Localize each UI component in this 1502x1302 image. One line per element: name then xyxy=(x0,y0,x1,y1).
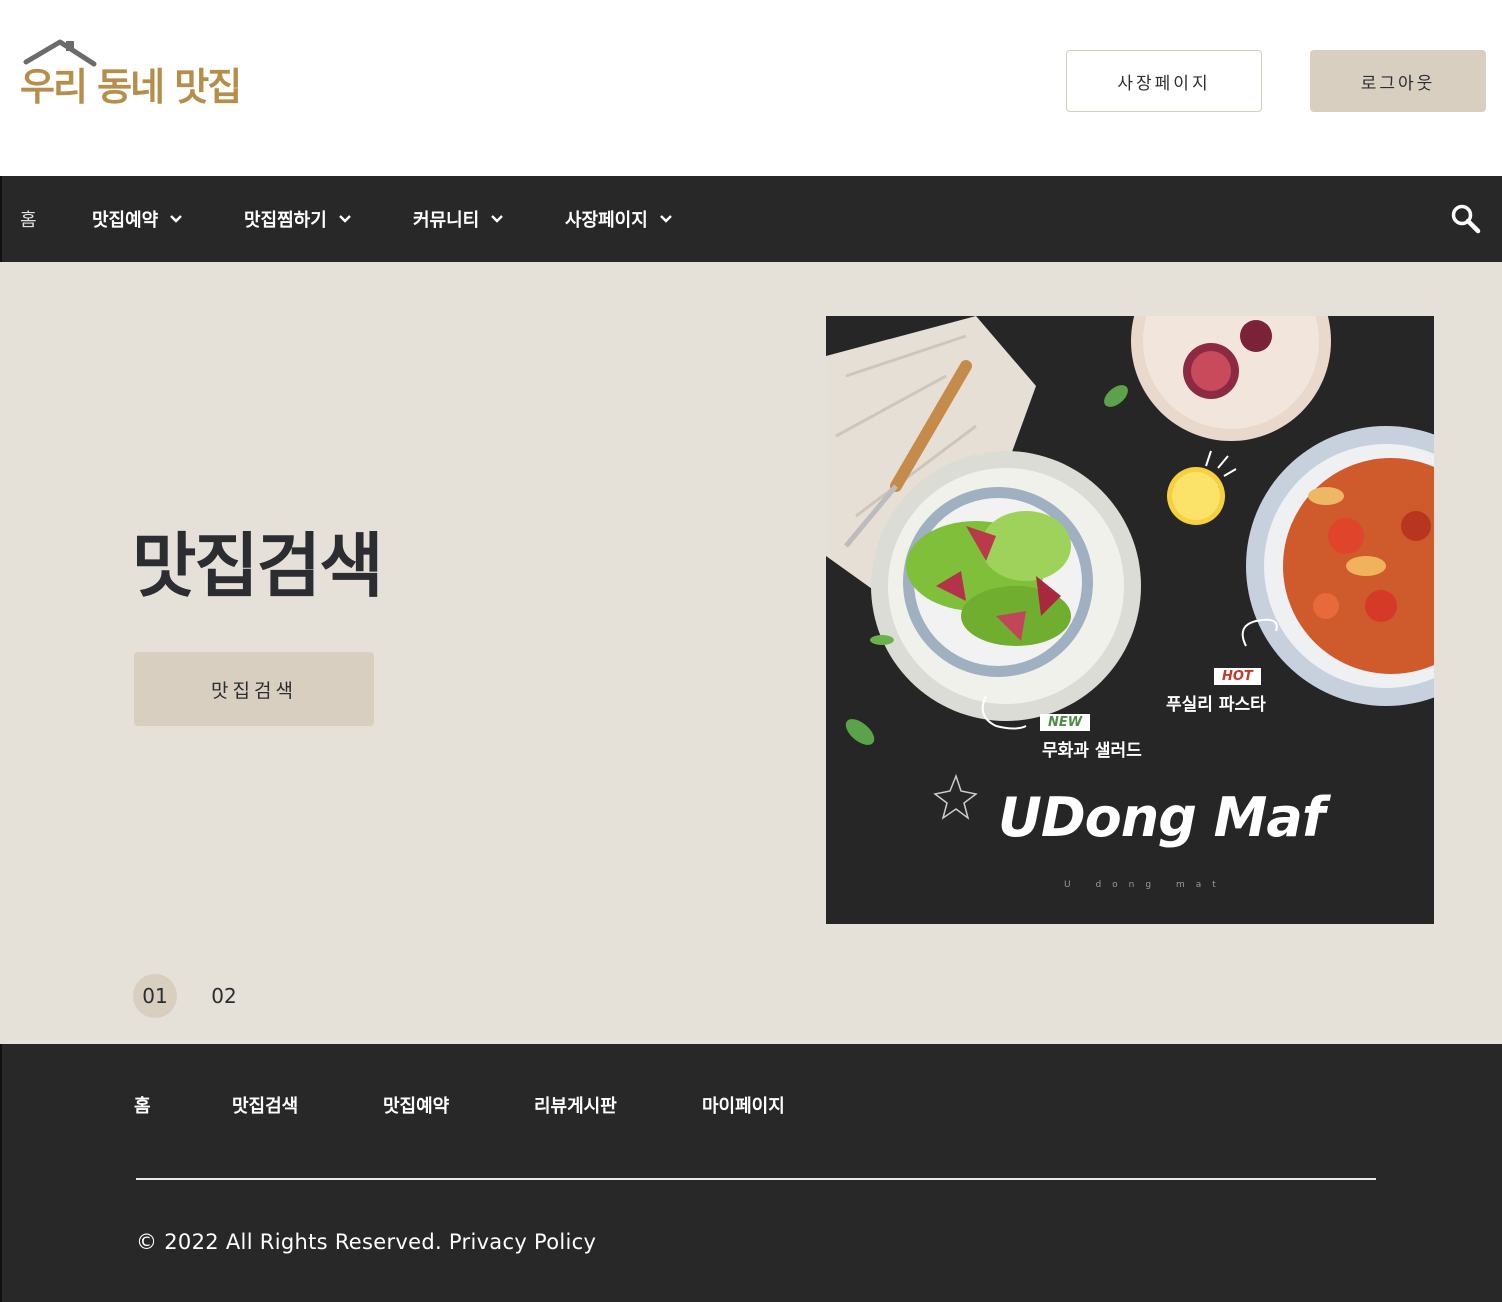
restaurant-search-button[interactable]: 맛집검색 xyxy=(134,652,374,726)
site-footer: 홈 맛집검색 맛집예약 리뷰게시판 마이페이지 © 2022 All Right… xyxy=(0,1044,1502,1302)
copyright-text: © 2022 All Rights Reserved. Privacy Poli… xyxy=(136,1230,597,1254)
nav-item-label: 사장페이지 xyxy=(565,210,648,231)
banner-brand-text: UDong Maf xyxy=(998,786,1325,849)
chevron-down-icon xyxy=(491,212,505,226)
chevron-down-icon xyxy=(338,212,353,226)
pasta-label: 푸실리 파스타 xyxy=(1166,695,1266,715)
footer-divider xyxy=(136,1178,1376,1180)
hot-tag: HOT xyxy=(1214,668,1261,685)
footer-link-reservation[interactable]: 맛집예약 xyxy=(383,1092,449,1118)
salad-label: 무화과 샐러드 xyxy=(1042,741,1142,761)
new-tag: NEW xyxy=(1040,714,1091,731)
footer-link-home[interactable]: 홈 xyxy=(134,1092,151,1118)
owner-page-button[interactable]: 사장페이지 xyxy=(1066,50,1262,112)
nav-item-home[interactable]: 홈 xyxy=(20,176,37,262)
search-icon[interactable] xyxy=(1450,203,1482,235)
footer-link-mypage[interactable]: 마이페이지 xyxy=(702,1092,785,1118)
main-nav: 홈 맛집예약 맛집찜하기 커뮤니티 사장페이지 xyxy=(0,176,1502,262)
site-header: 우리 동네 맛집 사장페이지 로그아웃 xyxy=(0,0,1502,176)
hero-title: 맛집검색 xyxy=(132,525,384,607)
logout-button[interactable]: 로그아웃 xyxy=(1310,50,1486,112)
site-logo[interactable]: 우리 동네 맛집 xyxy=(20,38,246,109)
logo-text: 우리 동네 맛집 xyxy=(20,65,242,109)
chevron-down-icon xyxy=(170,212,184,226)
slide-pager-2[interactable]: 02 xyxy=(202,974,246,1018)
chevron-down-icon xyxy=(659,212,674,226)
hero-food-banner-image: HOT 푸실리 파스타 NEW 무화과 샐러드 UDong Maf U dong… xyxy=(826,316,1434,924)
nav-item-label: 홈 xyxy=(20,210,37,231)
footer-link-search[interactable]: 맛집검색 xyxy=(232,1092,298,1118)
nav-item-label: 맛집예약 xyxy=(92,210,159,231)
hero-section: 맛집검색 맛집검색 HOT 푸실리 파스타 NEW 무화과 샐러드 UDong … xyxy=(0,262,1502,1044)
nav-item-reservation[interactable]: 맛집예약 xyxy=(92,176,184,262)
nav-item-label: 맛집찜하기 xyxy=(244,210,327,231)
nav-item-owner-page[interactable]: 사장페이지 xyxy=(565,176,674,262)
nav-item-label: 커뮤니티 xyxy=(413,210,480,231)
slide-pager-1[interactable]: 01 xyxy=(133,974,177,1018)
nav-item-community[interactable]: 커뮤니티 xyxy=(413,176,505,262)
footer-link-reviews[interactable]: 리뷰게시판 xyxy=(534,1092,617,1118)
nav-item-favorites[interactable]: 맛집찜하기 xyxy=(244,176,353,262)
banner-brand-subtext: U dong mat xyxy=(1064,880,1227,890)
